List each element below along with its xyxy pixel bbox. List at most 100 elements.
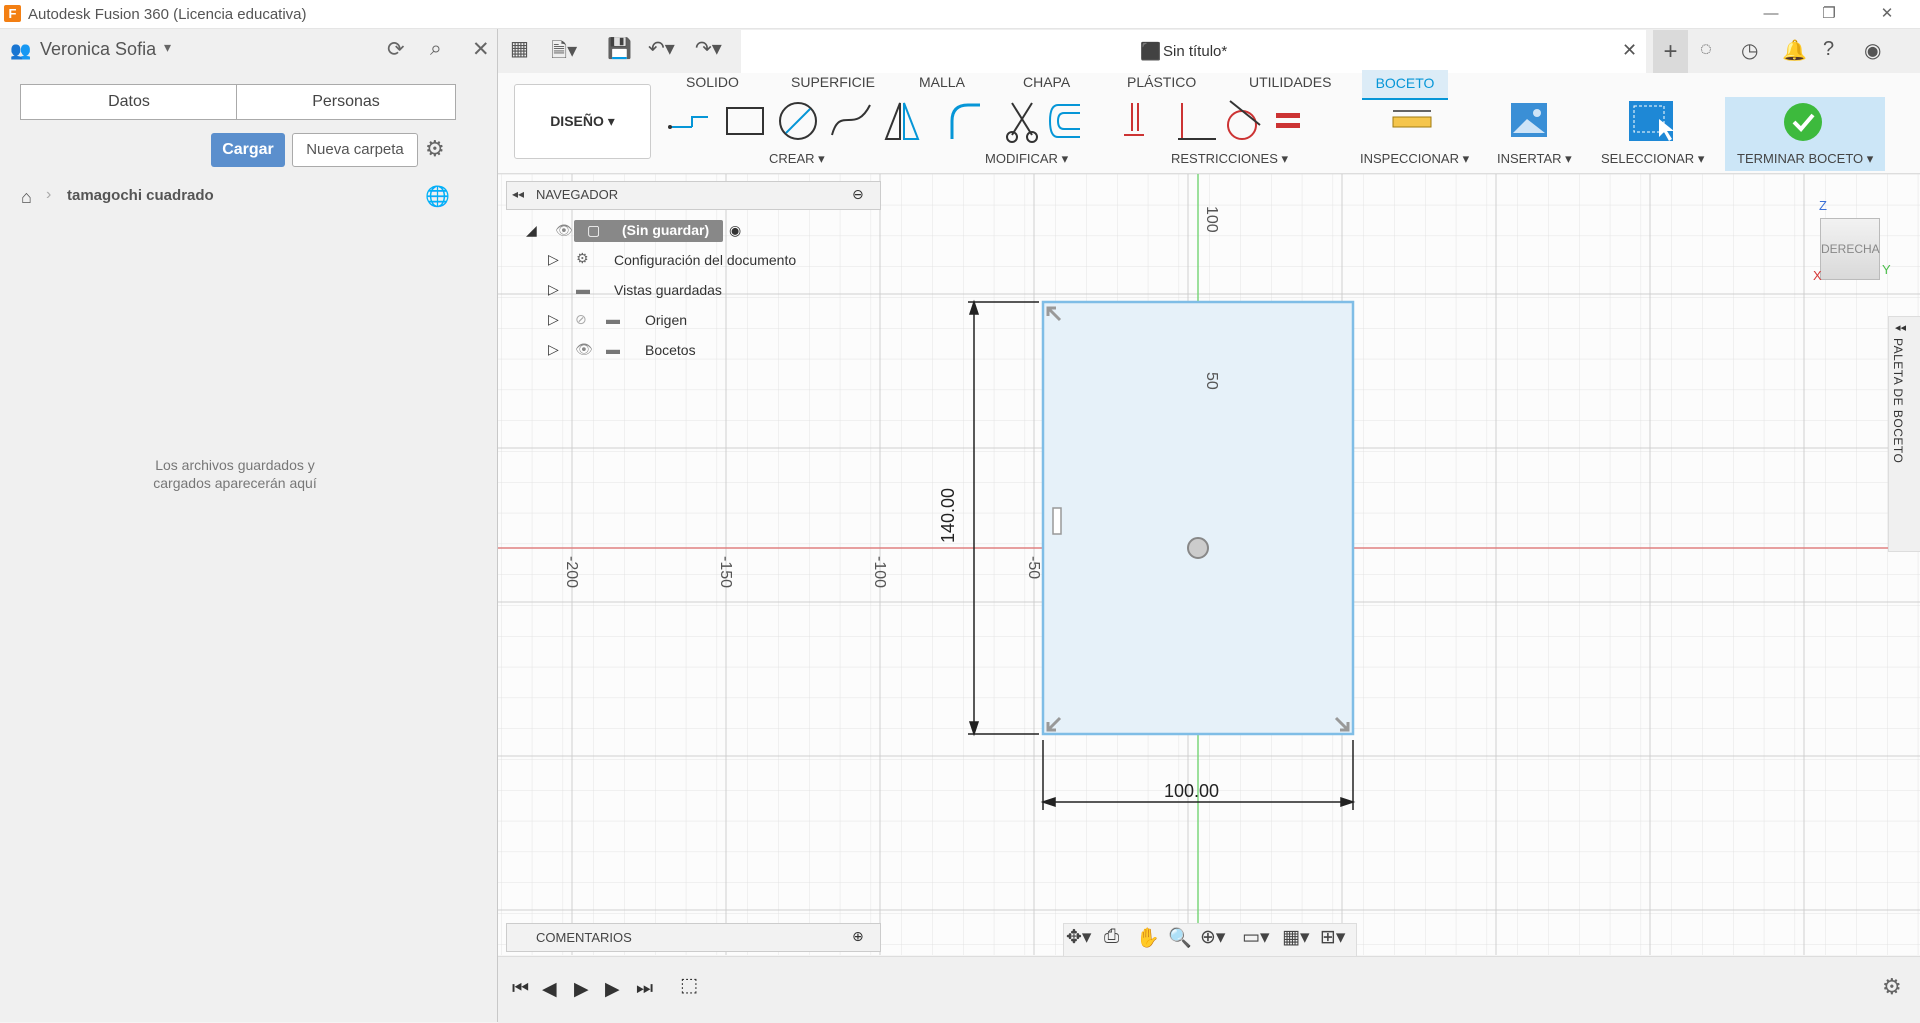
spline-tool-icon[interactable] [831,104,871,136]
search-icon[interactable]: ⌕ [430,37,442,61]
circle-tool-icon[interactable] [779,102,817,140]
step-forward-icon[interactable]: ▶ [605,978,620,1001]
sketch-rectangle[interactable] [1041,300,1355,736]
expand-arrow-icon[interactable]: ▷ [548,341,559,358]
help-icon[interactable]: ? [1823,38,1834,61]
tab-boceto[interactable]: BOCETO [1362,70,1448,100]
activate-radio-icon[interactable]: ◉ [729,222,741,239]
height-dimension-value[interactable]: 140.00 [938,488,959,543]
user-name[interactable]: Veronica Sofia [40,39,156,60]
check-icon[interactable] [1784,103,1822,141]
go-to-start-icon[interactable]: ⏮ [512,978,529,1000]
tab-plastico[interactable]: PLÁSTICO [1127,74,1196,90]
folder-icon: ▬ [606,341,620,357]
tab-solido[interactable]: SOLIDO [686,74,739,90]
tab-malla[interactable]: MALLA [919,74,965,90]
view-cube[interactable]: DERECHA [1820,218,1880,280]
select-icon[interactable] [1629,101,1674,141]
gear-icon[interactable]: ⚙ [425,136,445,162]
zoom-icon[interactable]: 🔍 [1168,926,1192,950]
add-comment-icon[interactable]: ⊕ [852,928,864,945]
mirror-tool-icon[interactable] [884,102,920,140]
nav-item-origin[interactable]: Origen [645,312,687,328]
offset-tool-icon[interactable] [1048,104,1080,138]
nav-item-sketches[interactable]: Bocetos [645,342,696,358]
go-to-end-icon[interactable]: ⏭ [636,978,653,1000]
grid-settings-icon[interactable]: ▦▾ [1282,926,1310,949]
fillet-tool-icon[interactable] [950,103,980,139]
expand-arrow-icon[interactable]: ▷ [548,281,559,298]
home-icon[interactable]: ⌂ [21,187,32,208]
expand-palette-icon[interactable]: ◂◂ [1895,321,1906,334]
upload-button[interactable]: Cargar [211,133,285,167]
job-status-icon[interactable]: ◷ [1741,38,1758,63]
play-icon[interactable]: ▶ [574,978,589,1001]
nav-item-document-settings[interactable]: Configuración del documento [614,252,796,268]
nav-item-saved-views[interactable]: Vistas guardadas [614,282,722,298]
orbit-icon[interactable]: ✥▾ [1066,926,1091,949]
display-settings-icon[interactable]: ▭▾ [1242,926,1270,949]
collapse-icon[interactable]: ◂◂ [512,187,524,201]
equal-constraint-icon[interactable] [1276,113,1300,128]
tab-datos[interactable]: Datos [20,84,238,120]
tab-utilidades[interactable]: UTILIDADES [1249,74,1331,90]
file-menu-icon[interactable]: 🗎▾ [551,36,577,70]
group-inspeccionar[interactable]: INSPECCIONAR ▾ [1360,151,1469,167]
axis-label: -100 [871,556,888,589]
component-icon: ▢ [587,222,601,238]
group-modificar[interactable]: MODIFICAR ▾ [985,151,1068,167]
tab-superficie[interactable]: SUPERFICIE [791,74,875,90]
look-at-icon[interactable]: ⎙ [1104,926,1119,948]
close-tab-icon[interactable]: ✕ [1622,40,1637,61]
line-tool-icon[interactable] [668,116,708,129]
origin-point[interactable] [1187,537,1209,559]
save-icon[interactable]: 💾 [607,36,632,61]
collapse-triangle-icon[interactable]: ◢ [526,222,537,239]
tab-chapa[interactable]: CHAPA [1023,74,1070,90]
measure-icon[interactable] [1392,110,1432,128]
expand-arrow-icon[interactable]: ▷ [548,251,559,268]
close-window-button[interactable]: ✕ [1864,0,1910,28]
group-seleccionar[interactable]: SELECCIONAR ▾ [1601,151,1704,167]
pan-icon[interactable]: ✋ [1136,926,1160,950]
close-icon[interactable]: ✕ [472,37,490,62]
fit-icon[interactable]: ⊕▾ [1200,926,1225,949]
group-insertar[interactable]: INSERTAR ▾ [1497,151,1572,167]
data-panel-grid-icon[interactable]: ▦ [510,36,529,61]
axis-label: -50 [1025,556,1042,580]
tab-personas[interactable]: Personas [236,84,456,120]
sketch-timeline-icon[interactable]: ⬚ [680,974,698,997]
visibility-eye-icon[interactable]: 👁 [555,222,573,239]
chevron-down-icon[interactable]: ▾ [164,39,171,56]
new-folder-button[interactable]: Nueva carpeta [292,133,418,167]
group-crear[interactable]: CREAR ▾ [769,151,825,167]
new-tab-button[interactable]: + [1653,30,1688,73]
hidden-eye-icon[interactable]: ⊘ [575,311,587,328]
expand-arrow-icon[interactable]: ▷ [548,311,559,328]
breadcrumb[interactable]: tamagochi cuadrado [67,187,214,204]
timeline-settings-gear-icon[interactable]: ⚙ [1882,974,1902,1000]
refresh-icon[interactable]: ⟳ [387,37,405,62]
restore-button[interactable]: ❐ [1806,0,1852,28]
redo-icon[interactable]: ↷▾ [695,36,722,61]
user-avatar[interactable]: ◉ [1864,38,1881,63]
minimize-navigator-icon[interactable]: ⊖ [852,186,864,203]
trim-tool-icon[interactable] [1006,102,1038,143]
step-back-icon[interactable]: ◀ [542,978,557,1001]
group-terminar-boceto[interactable]: TERMINAR BOCETO ▾ [1737,151,1873,167]
undo-icon[interactable]: ↶▾ [648,36,675,61]
insert-image-icon[interactable] [1511,103,1547,137]
rectangle-tool-icon[interactable] [726,107,764,135]
globe-icon[interactable]: 🌐 [425,184,450,209]
extensions-icon[interactable]: ◌ [1700,38,1712,61]
group-restricciones[interactable]: RESTRICCIONES ▾ [1171,151,1288,167]
visibility-eye-icon[interactable]: 👁 [575,341,593,358]
tangent-constraint-icon[interactable] [1227,100,1261,140]
minimize-button[interactable]: — [1748,0,1794,28]
perpendicular-constraint-icon[interactable] [1178,103,1216,140]
width-dimension-value[interactable]: 100.00 [1164,781,1219,802]
notifications-icon[interactable]: 🔔 [1782,38,1807,63]
viewports-icon[interactable]: ⊞▾ [1320,926,1345,949]
parallel-constraint-icon[interactable] [1124,103,1144,136]
workspace-switcher[interactable]: DISEÑO ▾ [514,84,651,159]
